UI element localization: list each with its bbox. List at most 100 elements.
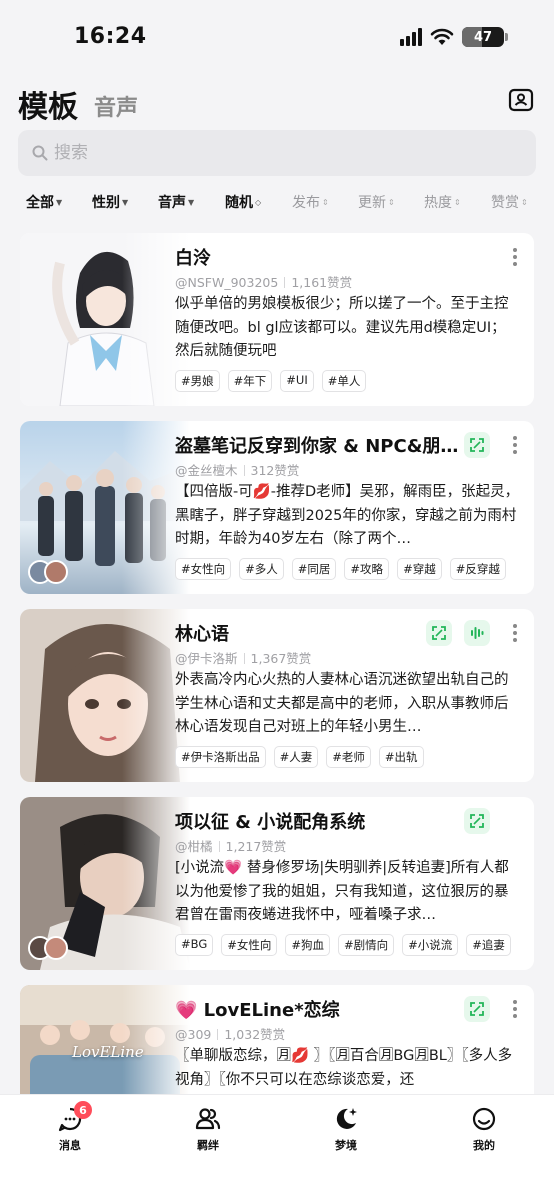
template-card[interactable]: 项以征 & 小说配角系统 @柑橘 1,217赞赏 [小说流💗 替身修罗场|失明驯养… xyxy=(20,797,534,970)
card-title: 白泠 xyxy=(175,248,211,269)
card-author[interactable]: @309 xyxy=(175,1027,211,1042)
wifi-icon xyxy=(430,28,454,45)
sort-icon: ⇕ xyxy=(521,197,528,207)
card-author[interactable]: @NSFW_903205 xyxy=(175,275,278,290)
template-card[interactable]: 盗墓笔记反穿到你家 & NPC&朋… @金丝檀木 312赞赏 【四倍版-可💋-推荐… xyxy=(20,421,534,594)
tag[interactable]: #年下 xyxy=(227,370,273,392)
filter-label: 性别 xyxy=(92,195,120,211)
card-title: 盗墓笔记反穿到你家 & NPC&朋… xyxy=(175,436,459,457)
filter-random[interactable]: 随机 ◇ xyxy=(225,192,261,212)
tag[interactable]: #UI xyxy=(280,370,314,392)
profile-circle-icon xyxy=(472,1107,496,1131)
moon-stars-icon xyxy=(336,1108,357,1129)
more-options-icon[interactable] xyxy=(512,1000,518,1018)
bottom-nav: 6 消息 羁绊 梦境 我的 xyxy=(0,1094,554,1200)
tag[interactable]: #同居 xyxy=(291,558,337,580)
tag[interactable]: #出轨 xyxy=(378,746,424,768)
tag[interactable]: #反穿越 xyxy=(449,558,506,580)
filter-voice[interactable]: 音声 ▼ xyxy=(158,192,194,212)
status-bar: 16:24 47 xyxy=(0,0,554,72)
random-icon: ◇ xyxy=(255,197,262,207)
filter-label: 发布 xyxy=(292,195,320,211)
author-avatars xyxy=(28,560,68,584)
card-likes: 1,161赞赏 xyxy=(291,275,353,290)
card-description: 似乎单倍的男娘模板很少；所以搓了一个。至于主控随便改吧。bl gl应该都可以。建… xyxy=(175,296,509,359)
expand-icon[interactable] xyxy=(426,620,452,646)
tag[interactable]: #攻略 xyxy=(344,558,390,580)
more-options-icon[interactable] xyxy=(512,436,518,454)
tag[interactable]: #多人 xyxy=(239,558,284,580)
more-options-icon[interactable] xyxy=(512,248,518,266)
template-card[interactable]: 林心语 @伊卡洛斯 1,367赞赏 外表高冷内心火热的人妻林心语沉迷欲望出轨自己的… xyxy=(20,609,534,782)
tag[interactable]: #伊卡洛斯出品 xyxy=(175,746,266,768)
card-tags: #女性向 #多人 #同居 #攻略 #穿越 #反穿越 xyxy=(175,558,506,580)
tag[interactable]: #人妻 xyxy=(273,746,319,768)
nav-dreams[interactable]: 梦境 xyxy=(316,1105,376,1153)
tag[interactable]: #穿越 xyxy=(397,558,442,580)
card-likes: 312赞赏 xyxy=(250,463,300,478)
tag[interactable]: #女性向 xyxy=(221,934,278,956)
tag[interactable]: #BG xyxy=(175,934,214,956)
filter-gender[interactable]: 性别 ▼ xyxy=(92,192,128,212)
card-description: 外表高冷内心火热的人妻林心语沉迷欲望出轨自己的学生林心语和丈夫都是高中的老师，入… xyxy=(175,672,509,735)
header: 模板 音声 xyxy=(18,80,536,128)
filter-publish[interactable]: 发布 ⇕ xyxy=(292,192,329,212)
sort-icon: ⇕ xyxy=(322,197,329,207)
avatar xyxy=(44,560,68,584)
tag[interactable]: #狗血 xyxy=(285,934,331,956)
card-description: 【四倍版-可💋-推荐D老师】吴邪，解雨臣，张起灵，黑瞎子，胖子穿越到2025年的… xyxy=(175,484,520,547)
filter-label: 全部 xyxy=(26,195,54,211)
nav-messages[interactable]: 6 消息 xyxy=(40,1101,100,1153)
nav-bonds[interactable]: 羁绊 xyxy=(178,1105,238,1153)
tag[interactable]: #剧情向 xyxy=(338,934,395,956)
chevron-down-icon: ▼ xyxy=(122,197,129,207)
card-cover-image xyxy=(20,233,190,406)
filter-update[interactable]: 更新 ⇕ xyxy=(358,192,395,212)
card-title: 💗 LovELine*恋综 xyxy=(175,1000,340,1021)
card-meta: @柑橘 1,217赞赏 xyxy=(175,836,286,855)
filter-bar: 全部 ▼ 性别 ▼ 音声 ▼ 随机 ◇ 发布 ⇕ 更新 ⇕ 热度 ⇕ 赞赏 ⇕ xyxy=(0,192,554,220)
card-author[interactable]: @伊卡洛斯 xyxy=(175,651,238,666)
card-author[interactable]: @柑橘 xyxy=(175,839,213,854)
filter-popularity[interactable]: 热度 ⇕ xyxy=(424,192,461,212)
sort-icon: ⇕ xyxy=(388,197,395,207)
expand-icon[interactable] xyxy=(464,808,490,834)
nav-profile[interactable]: 我的 xyxy=(454,1105,514,1153)
search-bar[interactable] xyxy=(18,130,536,176)
tab-templates[interactable]: 模板 xyxy=(18,82,78,126)
card-description: [小说流💗 替身修罗场|失明驯养|反转追妻]所有人都以为他爱惨了我的姐姐，只有我… xyxy=(175,860,509,923)
tab-voice[interactable]: 音声 xyxy=(94,90,138,122)
card-meta: @309 1,032赞赏 xyxy=(175,1024,285,1043)
tag[interactable]: #追妻 xyxy=(466,934,511,956)
cover-logo-text: LovELine xyxy=(72,1043,144,1061)
tag[interactable]: #单人 xyxy=(321,370,367,392)
expand-icon[interactable] xyxy=(464,996,490,1022)
chevron-down-icon: ▼ xyxy=(56,197,63,207)
filter-all[interactable]: 全部 ▼ xyxy=(26,192,62,212)
card-likes: 1,367赞赏 xyxy=(250,651,312,666)
filter-label: 赞赏 xyxy=(491,195,519,211)
search-icon xyxy=(32,145,48,161)
cellular-signal-icon xyxy=(400,28,422,46)
filter-label: 热度 xyxy=(424,195,452,211)
template-card[interactable]: 白泠 @NSFW_903205 1,161赞赏 似乎单倍的男娘模板很少；所以搓了一… xyxy=(20,233,534,406)
tag[interactable]: #女性向 xyxy=(175,558,232,580)
card-meta: @伊卡洛斯 1,367赞赏 xyxy=(175,648,311,667)
author-avatars xyxy=(28,936,68,960)
more-options-icon[interactable] xyxy=(512,624,518,642)
profile-card-icon[interactable] xyxy=(508,87,534,113)
voice-wave-icon[interactable] xyxy=(464,620,490,646)
card-author[interactable]: @金丝檀木 xyxy=(175,463,238,478)
nav-label: 羁绊 xyxy=(197,1139,219,1152)
avatar xyxy=(44,936,68,960)
expand-icon[interactable] xyxy=(464,432,490,458)
filter-tips[interactable]: 赞赏 ⇕ xyxy=(491,192,528,212)
battery-icon: 47 xyxy=(462,27,508,47)
tag[interactable]: #老师 xyxy=(326,746,371,768)
card-likes: 1,217赞赏 xyxy=(225,839,287,854)
battery-level: 47 xyxy=(473,29,493,45)
tag[interactable]: #小说流 xyxy=(402,934,459,956)
search-input[interactable] xyxy=(54,143,474,163)
filter-label: 随机 xyxy=(225,195,253,211)
tag[interactable]: #男娘 xyxy=(175,370,220,392)
